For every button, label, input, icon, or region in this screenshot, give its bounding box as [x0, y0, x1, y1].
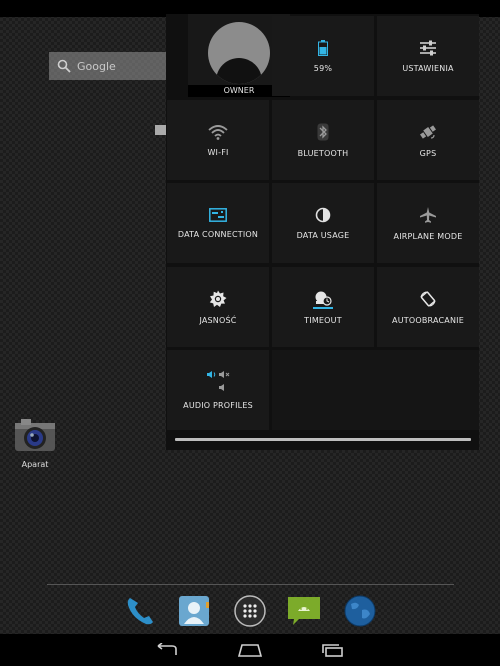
messaging-app-icon[interactable]	[285, 592, 323, 630]
recents-button[interactable]	[318, 640, 348, 660]
gps-icon	[420, 124, 436, 139]
rotate-icon	[420, 290, 436, 307]
recents-icon	[322, 644, 343, 657]
messaging-icon	[288, 597, 320, 625]
data-usage-label: DATA USAGE	[296, 230, 350, 240]
search-label: Google	[77, 59, 116, 73]
battery-icon	[318, 39, 328, 56]
app-drawer-button[interactable]	[231, 592, 269, 630]
airplane-tile[interactable]: AIRPLANE MODE	[377, 183, 479, 263]
navigation-bar	[0, 634, 500, 666]
wifi-icon	[208, 124, 228, 140]
brightness-label: JASNOŚĆ	[199, 315, 237, 325]
settings-tile[interactable]: USTAWIENIA	[377, 16, 479, 96]
airplane-icon	[420, 206, 436, 223]
timeout-icon	[313, 291, 333, 309]
battery-label: 59%	[313, 63, 333, 73]
gps-label: GPS	[419, 148, 437, 158]
bluetooth-tile[interactable]: BLUETOOTH	[272, 100, 374, 180]
audio-profiles-tile[interactable]: AUDIO PROFILES	[167, 350, 269, 430]
home-icon	[237, 644, 263, 657]
back-button[interactable]	[152, 640, 182, 660]
data-connection-label: DATA CONNECTION	[177, 229, 259, 239]
brightness-tile[interactable]: JASNOŚĆ	[167, 267, 269, 347]
audio-profiles-label: AUDIO PROFILES	[183, 400, 253, 410]
camera-app-icon[interactable]	[13, 416, 57, 456]
avatar	[208, 22, 270, 84]
data-usage-tile[interactable]: DATA USAGE	[272, 183, 374, 263]
data-connection-tile[interactable]: DATA CONNECTION	[167, 183, 269, 263]
bluetooth-label: BLUETOOTH	[297, 148, 349, 158]
phone-app-icon[interactable]	[122, 592, 160, 630]
contacts-app-icon[interactable]	[175, 592, 213, 630]
audio-profiles-icon	[207, 370, 230, 391]
dock-divider	[47, 584, 454, 585]
panel-scrollbar[interactable]	[175, 438, 471, 441]
data-connection-icon	[209, 207, 227, 222]
back-icon	[157, 643, 177, 655]
contacts-icon	[179, 596, 209, 626]
apps-grid-icon	[234, 595, 266, 627]
bluetooth-icon	[317, 123, 329, 140]
globe-icon	[344, 595, 376, 627]
browser-app-icon[interactable]	[341, 592, 379, 630]
sliders-icon	[420, 40, 436, 55]
phone-icon	[127, 598, 153, 625]
brightness-icon	[209, 290, 227, 307]
search-icon	[57, 59, 71, 73]
settings-label: USTAWIENIA	[402, 63, 454, 73]
autorotate-tile[interactable]: AUTOOBRACANIE	[377, 267, 479, 347]
gps-tile[interactable]: GPS	[377, 100, 479, 180]
airplane-label: AIRPLANE MODE	[393, 231, 463, 241]
empty-tile-area	[272, 350, 479, 430]
timeout-tile[interactable]: TIMEOUT	[272, 267, 374, 347]
camera-app-label: Aparat	[21, 460, 49, 469]
home-button[interactable]	[235, 640, 265, 660]
timeout-label: TIMEOUT	[304, 315, 342, 325]
wifi-tile[interactable]: WI-FI	[167, 100, 269, 180]
quick-settings-panel: OWNER 59% USTAWIENIA WI-FI BLUETOOTH GPS…	[166, 14, 479, 450]
battery-tile[interactable]: 59%	[272, 16, 374, 96]
wifi-label: WI-FI	[207, 147, 229, 157]
google-search-widget[interactable]: Google	[49, 52, 167, 80]
camera-icon	[15, 419, 55, 451]
autorotate-label: AUTOOBRACANIE	[392, 315, 464, 325]
data-usage-icon	[315, 207, 331, 222]
